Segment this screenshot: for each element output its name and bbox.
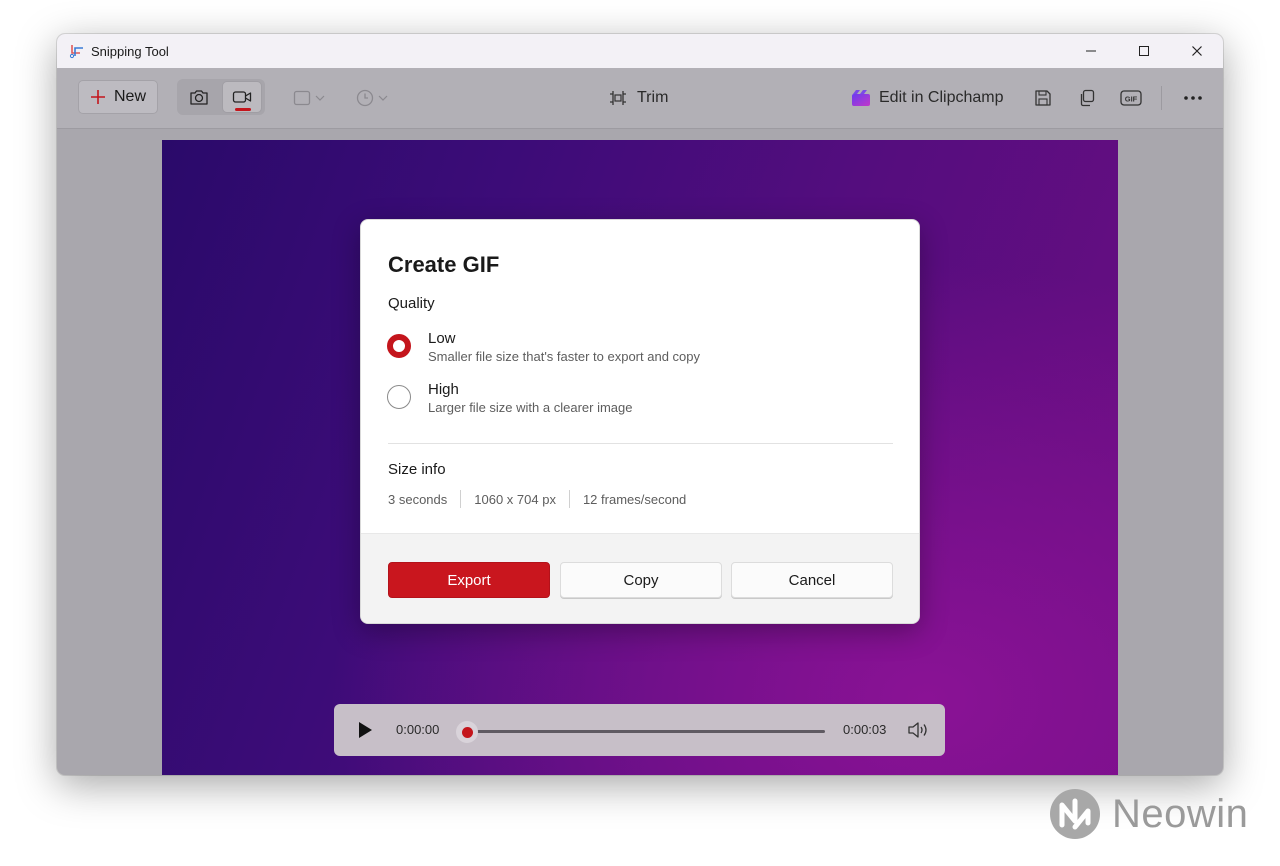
duration-value: 3 seconds (388, 491, 448, 507)
play-icon (359, 722, 372, 738)
maximize-icon (1138, 46, 1149, 56)
capture-mode-group (177, 79, 265, 115)
clipchamp-icon (852, 90, 870, 106)
copy-button[interactable] (1073, 84, 1101, 112)
minimize-button[interactable] (1064, 34, 1117, 68)
volume-icon (908, 722, 927, 738)
copy-gif-button[interactable]: Copy (560, 562, 722, 598)
size-info-divider (568, 490, 570, 508)
chevron-down-icon (378, 95, 388, 101)
option-description: Smaller file size that's faster to expor… (428, 349, 700, 364)
more-icon (1184, 96, 1202, 100)
trim-icon (610, 91, 626, 105)
volume-button[interactable] (906, 720, 930, 740)
shape-dropdown[interactable] (290, 86, 328, 110)
rectangle-snip-icon (293, 90, 311, 106)
dialog-footer: Export Copy Cancel (361, 533, 919, 623)
radio-low[interactable] (387, 334, 411, 358)
size-info-row: 3 seconds 1060 x 704 px 12 frames/second (388, 490, 686, 508)
save-button[interactable] (1029, 84, 1057, 112)
option-label: Low (428, 330, 456, 347)
toolbar-divider (1161, 86, 1162, 110)
framerate-value: 12 frames/second (582, 491, 687, 507)
plus-icon (90, 90, 105, 104)
snipping-tool-app-icon (69, 45, 83, 59)
gif-icon: GIF (1120, 90, 1142, 106)
create-gif-button[interactable]: GIF (1117, 84, 1145, 112)
toolbar: New Trim Edit in Clipchamp GIF (57, 68, 1223, 129)
playback-controls: 0:00:00 0:00:03 (334, 704, 945, 756)
new-button-label: New (113, 88, 146, 105)
dialog-separator (388, 443, 893, 444)
chevron-down-icon (315, 95, 325, 101)
current-time: 0:00:00 (396, 722, 440, 737)
clock-icon (356, 89, 374, 107)
maximize-button[interactable] (1117, 34, 1170, 68)
seek-track[interactable] (467, 730, 825, 733)
seek-thumb-dot (461, 726, 473, 738)
export-button[interactable]: Export (388, 562, 550, 598)
dialog-title: Create GIF (388, 252, 500, 277)
active-mode-indicator (235, 108, 251, 111)
option-label: High (428, 381, 459, 398)
watermark-text: Neowin (1112, 791, 1249, 836)
quality-heading: Quality (388, 295, 435, 312)
close-icon (1191, 46, 1202, 56)
close-button[interactable] (1170, 34, 1223, 68)
save-icon (1035, 90, 1051, 106)
video-camera-icon (232, 91, 252, 103)
more-options-button[interactable] (1179, 84, 1207, 112)
seek-thumb[interactable] (456, 721, 478, 743)
create-gif-dialog: Create GIF Quality Low Smaller file size… (360, 219, 920, 624)
record-mode-button[interactable] (222, 81, 262, 113)
delay-dropdown[interactable] (353, 86, 391, 110)
play-button[interactable] (354, 719, 376, 741)
title-bar: Snipping Tool (57, 34, 1223, 68)
size-info-heading: Size info (388, 461, 446, 478)
copy-icon (1080, 89, 1095, 107)
cancel-button[interactable]: Cancel (731, 562, 893, 598)
dimensions-value: 1060 x 704 px (474, 491, 556, 507)
total-time: 0:00:03 (843, 722, 887, 737)
window-title: Snipping Tool (91, 43, 169, 59)
quality-option-low[interactable]: Low Smaller file size that's faster to e… (387, 329, 700, 366)
radio-high[interactable] (387, 385, 411, 409)
window-controls (1064, 34, 1223, 68)
new-button[interactable]: New (78, 80, 158, 114)
option-description: Larger file size with a clearer image (428, 400, 633, 415)
quality-option-high[interactable]: High Larger file size with a clearer ima… (387, 380, 632, 417)
camera-icon (190, 90, 208, 105)
size-info-divider (460, 490, 462, 508)
svg-text:GIF: GIF (1125, 95, 1138, 104)
neowin-watermark: Neowin (1048, 787, 1248, 841)
clipchamp-label: Edit in Clipchamp (879, 89, 1004, 106)
trim-button[interactable]: Trim (608, 84, 668, 112)
edit-in-clipchamp-button[interactable]: Edit in Clipchamp (851, 84, 1004, 112)
minimize-icon (1085, 50, 1096, 52)
trim-label: Trim (637, 89, 669, 106)
neowin-logo-icon (1050, 789, 1100, 839)
snip-mode-button[interactable] (179, 81, 219, 113)
